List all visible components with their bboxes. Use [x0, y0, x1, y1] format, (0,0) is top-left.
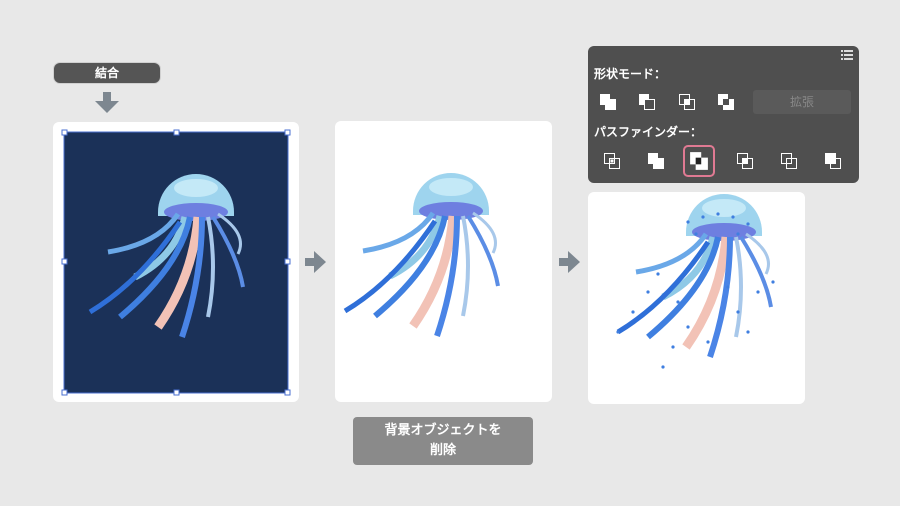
divide-icon[interactable] [599, 148, 625, 174]
minus-back-icon[interactable] [820, 148, 846, 174]
artwork-unified [335, 121, 552, 402]
crop-icon[interactable] [732, 148, 758, 174]
pathfinder-panel: 形状モード： 拡張 パスファインダー： [588, 46, 859, 183]
intersect-icon[interactable] [674, 89, 700, 115]
jellyfish-artwork-merged [616, 194, 775, 369]
remove-background-label: 背景オブジェクトを 削除 [353, 417, 533, 465]
trim-icon[interactable] [643, 148, 669, 174]
unite-label: 結合 [54, 63, 160, 83]
merge-icon[interactable] [683, 145, 715, 177]
arrow-right-icon [305, 251, 326, 273]
unite-label-text: 結合 [94, 66, 119, 80]
artwork-with-background [53, 122, 299, 402]
outline-icon[interactable] [776, 148, 802, 174]
arrow-down-icon [95, 92, 119, 113]
artwork-merged-result [588, 192, 805, 404]
jellyfish-artwork-navy [61, 129, 291, 396]
jellyfish-artwork-white [343, 173, 500, 337]
shape-modes-label: 形状モード： [594, 67, 667, 81]
expand-button[interactable]: 拡張 [753, 90, 851, 114]
unite-icon[interactable] [595, 89, 621, 115]
arrow-right-icon [559, 251, 580, 273]
exclude-icon[interactable] [713, 89, 739, 115]
minus-front-icon[interactable] [634, 89, 660, 115]
remove-background-line2: 削除 [429, 443, 456, 458]
panel-menu-icon[interactable] [841, 50, 853, 60]
pathfinders-label: パスファインダー： [594, 125, 703, 139]
remove-background-line1: 背景オブジェクトを [384, 423, 502, 438]
